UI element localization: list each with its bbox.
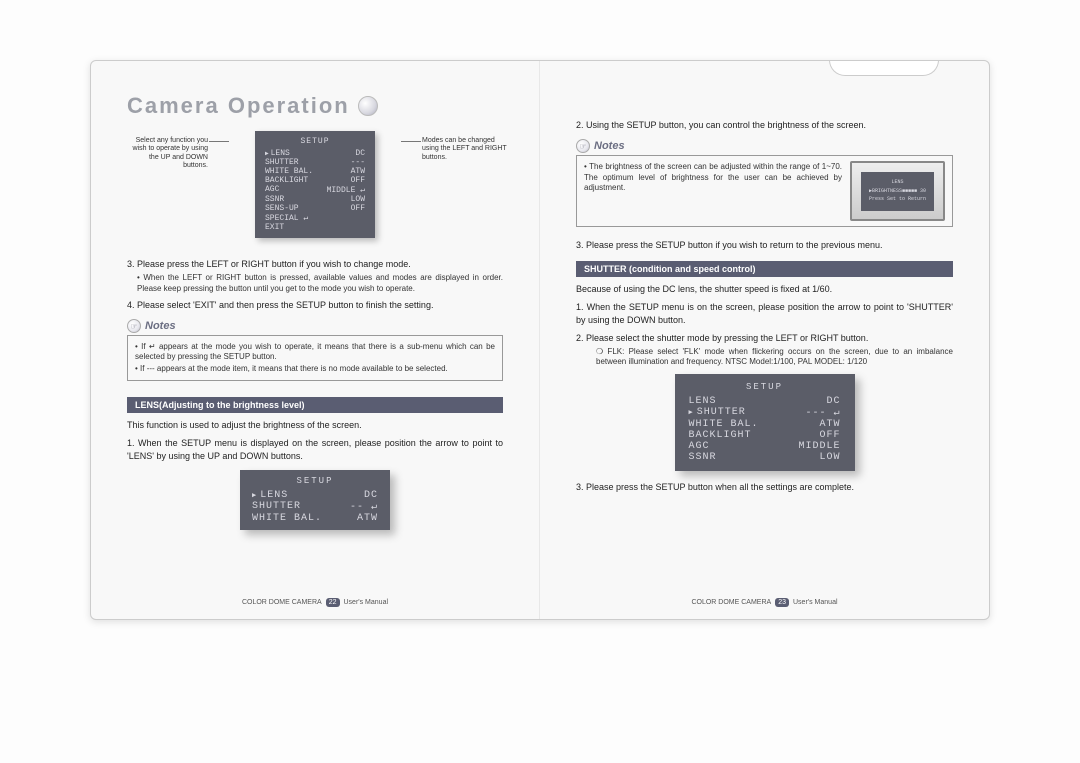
osd-row-label: SHUTTER (689, 407, 746, 419)
right-item-2: 2. Using the SETUP button, you can contr… (576, 119, 953, 131)
side-label-modes: Modes can be changed using the LEFT and … (422, 137, 507, 162)
osd-row-value: MIDDLE ↵ (327, 185, 365, 195)
mini-lcd-line: ▶BRIGHTNESS■■■■■ 30 (869, 188, 926, 195)
hand-point-icon: ☞ (127, 319, 141, 333)
osd-top-title: SETUP (265, 137, 365, 146)
shutter-step-1: 1. When the SETUP menu is on the screen,… (576, 301, 953, 325)
instruction-4: 4. Please select 'EXIT' and then press t… (127, 299, 503, 311)
footer-product: COLOR DOME CAMERA (242, 599, 322, 606)
flk-note: ❍ FLK: Please select 'FLK' mode when fli… (596, 347, 953, 367)
instruction-3-bullet: When the LEFT or RIGHT button is pressed… (137, 273, 503, 294)
osd-row-value: ATW (819, 419, 840, 430)
mini-lcd-title: LENS (891, 179, 903, 186)
mini-lcd-monitor-icon: LENS ▶BRIGHTNESS■■■■■ 30 Press Set to Re… (850, 161, 945, 221)
osd-row-value: LOW (351, 195, 365, 204)
osd-context-diagram: Select any function you wish to operate … (127, 131, 503, 248)
footer-manual: User's Manual (344, 599, 389, 606)
page-left: Camera Operation Select any function you… (91, 61, 540, 619)
notes-line-1: If ↵ appears at the mode you wish to ope… (135, 342, 495, 363)
osd-row-value: --- ↵ (805, 407, 840, 419)
osd-row-value: -- ↵ (350, 501, 378, 513)
osd-row-label: AGC (689, 441, 710, 452)
title-dot-icon (358, 96, 378, 116)
osd-row-value: ATW (357, 513, 378, 524)
footer-left: COLOR DOME CAMERA 22 User's Manual (91, 598, 539, 607)
osd-shutter-title: SETUP (689, 382, 841, 392)
osd-row-label: AGC (265, 185, 279, 195)
lens-step-1: 1. When the SETUP menu is displayed on t… (127, 437, 503, 461)
osd-lens-menu: SETUP LENS DC SHUTTER -- ↵ WHITE BAL. ATW (240, 470, 390, 530)
osd-row-label: SPECIAL ↵ (265, 213, 308, 223)
notes-label: Notes (594, 140, 625, 152)
footer-right: COLOR DOME CAMERA 23 User's Manual (540, 598, 989, 607)
footer-product: COLOR DOME CAMERA (691, 599, 771, 606)
notes-heading: ☞ Notes (127, 319, 503, 333)
page-title: Camera Operation (127, 93, 503, 119)
notes-text-right: The brightness of the screen can be adju… (584, 162, 842, 193)
osd-row-label: WHITE BAL. (265, 167, 313, 176)
right-item-final: 3. Please press the SETUP button when al… (576, 481, 953, 493)
notes-box-right: The brightness of the screen can be adju… (576, 155, 953, 227)
mini-lcd-inner: LENS ▶BRIGHTNESS■■■■■ 30 Press Set to Re… (861, 172, 934, 211)
manual-spread: Camera Operation Select any function you… (90, 60, 990, 620)
instruction-3: 3. Please press the LEFT or RIGHT button… (127, 258, 503, 270)
section-lens-head: LENS(Adjusting to the brightness level) (127, 397, 503, 413)
footer-manual: User's Manual (793, 599, 838, 606)
osd-row-label: LENS (252, 490, 288, 501)
page-right: 2. Using the SETUP button, you can contr… (540, 61, 989, 619)
osd-row-value: OFF (351, 176, 365, 185)
leader-line-left-icon (209, 141, 229, 142)
osd-row-label: WHITE BAL. (689, 419, 759, 430)
mini-lcd-foot: Press Set to Return (869, 196, 926, 203)
shutter-intro: Because of using the DC lens, the shutte… (576, 283, 953, 295)
osd-row-label: SENS-UP (265, 204, 299, 213)
osd-row-value: DC (826, 396, 840, 407)
osd-row-label: SHUTTER (252, 501, 301, 513)
section-shutter-head: SHUTTER (condition and speed control) (576, 261, 953, 277)
osd-row-value: OFF (351, 204, 365, 213)
hand-point-icon: ☞ (576, 139, 590, 153)
osd-row-label: BACKLIGHT (265, 176, 308, 185)
osd-row-value: DC (364, 490, 378, 501)
shutter-step-2: 2. Please select the shutter mode by pre… (576, 332, 953, 344)
osd-row-value: DC (355, 149, 365, 158)
notes-heading-right: ☞ Notes (576, 139, 953, 153)
osd-row-label: WHITE BAL. (252, 513, 322, 524)
leader-line-right-icon (401, 141, 421, 142)
page-title-text: Camera Operation (127, 93, 350, 119)
osd-lens-title: SETUP (252, 476, 378, 486)
notes-line-2: If --- appears at the mode item, it mean… (135, 364, 495, 374)
osd-row-label: BACKLIGHT (689, 430, 752, 441)
osd-row-label: LENS (265, 149, 290, 158)
osd-row-label: EXIT (265, 223, 284, 232)
footer-page-num: 22 (326, 598, 340, 607)
osd-row-value: --- (351, 158, 365, 167)
osd-top-menu: SETUP LENS DC SHUTTER --- WHITE BAL. ATW BA… (255, 131, 375, 238)
right-item-3: 3. Please press the SETUP button if you … (576, 239, 953, 251)
osd-row-value: LOW (819, 452, 840, 463)
osd-row-label: SSNR (689, 452, 717, 463)
osd-row-value: OFF (819, 430, 840, 441)
osd-row-value: ATW (351, 167, 365, 176)
notes-box: If ↵ appears at the mode you wish to ope… (127, 335, 503, 381)
notes-label: Notes (145, 320, 176, 332)
osd-shutter-menu: SETUP LENSDC SHUTTER--- ↵ WHITE BAL.ATW … (675, 374, 855, 471)
osd-row-label: LENS (689, 396, 717, 407)
lens-intro: This function is used to adjust the brig… (127, 419, 503, 431)
osd-row-label: SSNR (265, 195, 284, 204)
side-label-select: Select any function you wish to operate … (123, 137, 208, 171)
osd-row-label: SHUTTER (265, 158, 299, 167)
osd-row-value: MIDDLE (798, 441, 840, 452)
footer-page-num: 23 (775, 598, 789, 607)
